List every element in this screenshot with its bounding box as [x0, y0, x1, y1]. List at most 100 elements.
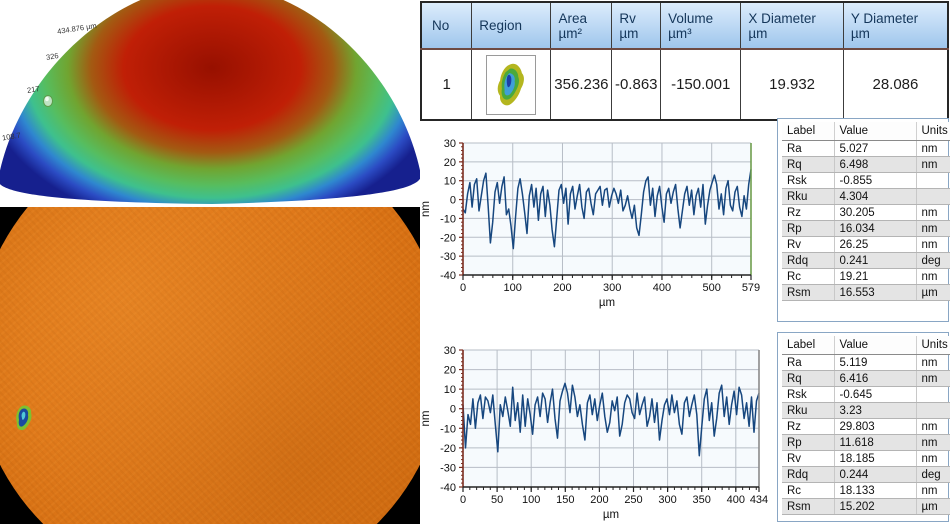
- stats-value-cell: 5.119: [834, 355, 916, 371]
- col-header-no: No: [421, 2, 472, 49]
- stats-units-cell: µm: [916, 499, 950, 515]
- svg-text:200: 200: [553, 282, 571, 294]
- svg-text:20: 20: [444, 157, 456, 169]
- roughness-profile-chart-1: 3020100-10-20-30-400100200300400500579µm…: [418, 128, 774, 320]
- svg-text:50: 50: [491, 494, 503, 506]
- stats-row-Rku: Rku4.304: [782, 189, 950, 205]
- svg-text:30: 30: [444, 345, 456, 357]
- stats-label-cell: Rsm: [782, 499, 834, 515]
- stats-row-Rsm: Rsm15.202µm: [782, 499, 950, 515]
- stats-header-row: Label Value Units: [782, 336, 950, 355]
- intensity-field-of-view: [0, 207, 420, 524]
- region-volume-cell: -150.001: [661, 49, 741, 120]
- col-header-y-diameter: Y Diameterµm: [843, 2, 948, 49]
- stats-units-cell: [916, 173, 950, 189]
- stats-label-cell: Rsm: [782, 285, 834, 301]
- stats-row-Rq: Rq6.416nm: [782, 371, 950, 387]
- svg-text:350: 350: [693, 494, 711, 506]
- stats-label-cell: Rsk: [782, 387, 834, 403]
- stats-units-cell: nm: [916, 419, 950, 435]
- stats-value-cell: 16.553: [834, 285, 916, 301]
- defect-blob-thumbnail-icon: [491, 60, 531, 110]
- svg-text:30: 30: [444, 138, 456, 150]
- roughness-profile-chart-2: 3020100-10-20-30-40050100150200250300350…: [418, 336, 778, 524]
- stats-label-cell: Rc: [782, 269, 834, 285]
- stats-value-cell: 11.618: [834, 435, 916, 451]
- roughness-profile-panel-1[interactable]: 3020100-10-20-30-400100200300400500579µm…: [418, 128, 774, 320]
- stats-label-cell: Rv: [782, 451, 834, 467]
- stats-label-cell: Ra: [782, 355, 834, 371]
- stats-label-cell: Rc: [782, 483, 834, 499]
- stats-units-cell: nm: [916, 451, 950, 467]
- stats-units-cell: nm: [916, 483, 950, 499]
- col-header-rv: Rvµm: [612, 2, 661, 49]
- stats-label-cell: Rp: [782, 435, 834, 451]
- surface-intensity-view[interactable]: [0, 207, 420, 524]
- region-y-diameter-cell: 28.086: [843, 49, 948, 120]
- stats-label-cell: Rp: [782, 221, 834, 237]
- stats-units-cell: nm: [916, 157, 950, 173]
- stats-value-cell: 18.185: [834, 451, 916, 467]
- stats-col-label: Label: [782, 336, 834, 355]
- stats-row-Rc: Rc19.21nm: [782, 269, 950, 285]
- metrology-results-window: 434.876 µm 326 217 108.7 No Region: [0, 0, 950, 524]
- stats-value-cell: 15.202: [834, 499, 916, 515]
- stats-row-Ra: Ra5.027nm: [782, 141, 950, 157]
- roughness-profile-panel-2[interactable]: 3020100-10-20-30-40050100150200250300350…: [418, 336, 778, 524]
- svg-text:10: 10: [444, 176, 456, 188]
- svg-text:-30: -30: [440, 462, 456, 474]
- stats-row-Rp: Rp11.618nm: [782, 435, 950, 451]
- stats-units-cell: nm: [916, 237, 950, 253]
- region-x-diameter-cell: 19.932: [741, 49, 844, 120]
- region-table-row[interactable]: 1 356.236 -0.863 -150.00: [421, 49, 948, 120]
- z-axis-tick-label: 326: [45, 51, 59, 62]
- region-thumbnail[interactable]: [486, 55, 536, 115]
- stats-value-cell: 30.205: [834, 205, 916, 221]
- stats-label-cell: Rz: [782, 419, 834, 435]
- stats-label-cell: Rdq: [782, 467, 834, 483]
- stats-label-cell: Ra: [782, 141, 834, 157]
- region-table-header-row: No Region Areaµm² Rvµm Volumeµm³ X Diame…: [421, 2, 948, 49]
- stats-label-cell: Rku: [782, 403, 834, 419]
- stats-units-cell: nm: [916, 205, 950, 221]
- svg-text:µm: µm: [603, 509, 619, 521]
- stats-value-cell: -0.855: [834, 173, 916, 189]
- stats-value-cell: 5.027: [834, 141, 916, 157]
- stats-value-cell: 0.241: [834, 253, 916, 269]
- surface-3d-view[interactable]: 434.876 µm 326 217 108.7: [0, 0, 420, 207]
- stats-value-cell: 3.23: [834, 403, 916, 419]
- z-axis-tick-label: 217: [26, 84, 40, 95]
- stats-value-cell: 16.034: [834, 221, 916, 237]
- region-results-table: No Region Areaµm² Rvµm Volumeµm³ X Diame…: [420, 1, 949, 121]
- stats-label-cell: Rku: [782, 189, 834, 205]
- svg-text:-10: -10: [440, 423, 456, 435]
- stats-units-cell: deg: [916, 253, 950, 269]
- stats-value-cell: -0.645: [834, 387, 916, 403]
- svg-text:-20: -20: [440, 232, 456, 244]
- svg-text:150: 150: [556, 494, 574, 506]
- svg-text:200: 200: [590, 494, 608, 506]
- svg-text:100: 100: [522, 494, 540, 506]
- stats-label-cell: Rz: [782, 205, 834, 221]
- col-header-area: Areaµm²: [551, 2, 612, 49]
- svg-text:434: 434: [750, 494, 768, 506]
- svg-text:µm: µm: [599, 297, 615, 309]
- svg-text:579: 579: [742, 282, 760, 294]
- stats-row-Rc: Rc18.133nm: [782, 483, 950, 499]
- svg-text:-40: -40: [440, 270, 456, 282]
- stats-row-Rdq: Rdq0.241deg: [782, 253, 950, 269]
- svg-text:0: 0: [450, 404, 456, 416]
- svg-text:300: 300: [603, 282, 621, 294]
- stats-units-cell: nm: [916, 269, 950, 285]
- svg-text:400: 400: [727, 494, 745, 506]
- stats-units-cell: nm: [916, 435, 950, 451]
- svg-text:20: 20: [444, 365, 456, 377]
- svg-text:-10: -10: [440, 213, 456, 225]
- col-header-region: Region: [472, 2, 551, 49]
- stats-label-cell: Rsk: [782, 173, 834, 189]
- stats-units-cell: µm: [916, 285, 950, 301]
- svg-text:250: 250: [624, 494, 642, 506]
- region-area-cell: 356.236: [551, 49, 612, 120]
- stats-col-units: Units: [916, 122, 950, 141]
- stats-row-Rp: Rp16.034nm: [782, 221, 950, 237]
